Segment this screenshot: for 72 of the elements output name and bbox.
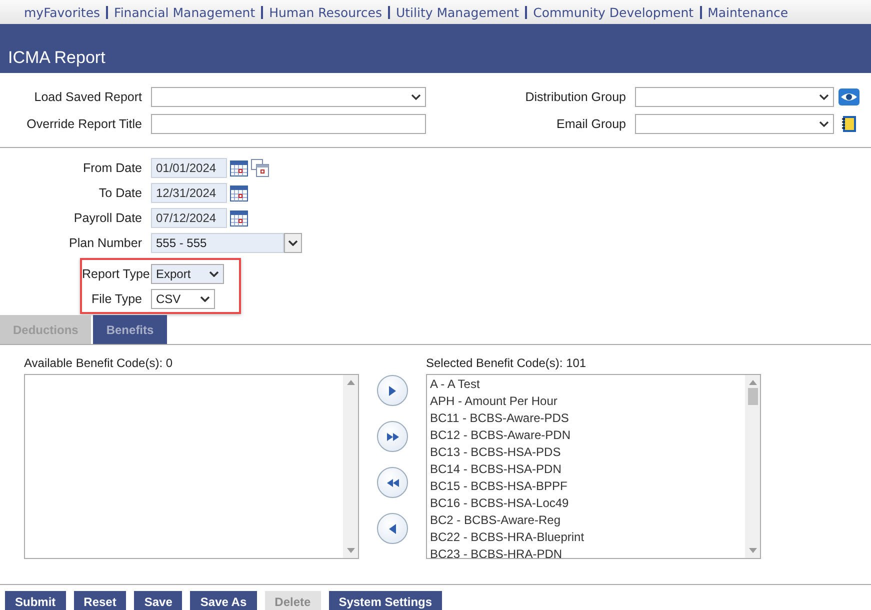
- calendar-icon[interactable]: [230, 209, 248, 227]
- list-item[interactable]: BC13 - BCBS-HSA-PDS: [430, 444, 742, 461]
- field-label: Email Group: [556, 117, 627, 131]
- input-field[interactable]: [151, 114, 426, 134]
- select-field[interactable]: [151, 87, 426, 107]
- scrollbar[interactable]: [343, 375, 358, 558]
- action-button[interactable]: Submit: [5, 591, 66, 610]
- date-field[interactable]: 07/12/2024: [151, 208, 227, 228]
- action-button[interactable]: Save As: [190, 591, 257, 610]
- scroll-up-icon[interactable]: [748, 380, 756, 385]
- field-label: Report Type: [82, 267, 151, 281]
- field-label: From Date: [82, 161, 143, 175]
- date-field[interactable]: 01/01/2024: [151, 158, 227, 178]
- field-label: Distribution Group: [524, 90, 627, 104]
- chevron-down-icon: [209, 271, 219, 277]
- list-label: Selected Benefit Code(s): 101: [426, 356, 588, 370]
- field-label: Load Saved Report: [33, 90, 143, 104]
- list-item[interactable]: APH - Amount Per Hour: [430, 393, 742, 410]
- nav-link[interactable]: Financial Management: [114, 4, 256, 20]
- chevron-down-icon: [819, 94, 829, 100]
- tab[interactable]: Benefits: [93, 315, 167, 344]
- select-field[interactable]: [635, 114, 834, 134]
- calendar-icon[interactable]: [230, 159, 248, 177]
- arrow-icon: [389, 524, 396, 534]
- field-label: Payroll Date: [72, 211, 143, 225]
- double-arrow-icon: [386, 478, 398, 486]
- chevron-down-icon: [411, 94, 421, 100]
- action-button[interactable]: Save: [134, 591, 182, 610]
- chevron-down-icon: [288, 240, 298, 246]
- nav-link[interactable]: Community Development: [533, 4, 694, 20]
- list-item[interactable]: A - A Test: [430, 376, 742, 393]
- list-item[interactable]: BC14 - BCBS-HSA-PDN: [430, 461, 742, 478]
- list-box[interactable]: [426, 374, 761, 559]
- double-arrow-icon: [386, 432, 398, 440]
- action-button[interactable]: System Settings: [328, 591, 442, 610]
- move-left-button[interactable]: [377, 513, 408, 544]
- list-label: Available Benefit Code(s): 0: [24, 356, 174, 370]
- list-item[interactable]: BC23 - BCBS-HRA-PDN: [430, 546, 742, 558]
- list-item[interactable]: BC11 - BCBS-Aware-PDS: [430, 410, 742, 427]
- nav-link[interactable]: Maintenance: [708, 4, 788, 20]
- scroll-up-icon[interactable]: [346, 380, 354, 385]
- select-field[interactable]: Export: [151, 264, 224, 284]
- field-label: File Type: [90, 292, 143, 306]
- nav-link[interactable]: myFavorites: [24, 4, 100, 20]
- move-right-button[interactable]: [377, 375, 408, 406]
- scroll-down-icon[interactable]: [748, 548, 756, 553]
- select-field[interactable]: [635, 87, 834, 107]
- eye-icon[interactable]: [838, 88, 860, 106]
- scroll-thumb[interactable]: [748, 388, 758, 405]
- select-field[interactable]: CSV: [151, 289, 215, 309]
- chevron-down-icon: [819, 121, 829, 127]
- scrollbar[interactable]: [745, 375, 760, 558]
- chevron-down-icon: [200, 296, 210, 302]
- scroll-down-icon[interactable]: [346, 548, 354, 553]
- list-item[interactable]: BC12 - BCBS-Aware-PDN: [430, 427, 742, 444]
- field-label: Plan Number: [68, 236, 143, 250]
- field-label: Override Report Title: [26, 117, 143, 131]
- field-label: To Date: [98, 186, 143, 200]
- page-title: ICMA Report: [8, 48, 106, 68]
- nav-link[interactable]: Human Resources: [269, 4, 382, 20]
- move-all-left-button[interactable]: [377, 467, 408, 498]
- calendar-range-icon[interactable]: [251, 159, 269, 177]
- arrow-icon: [389, 386, 396, 396]
- list-item[interactable]: BC16 - BCBS-HSA-Loc49: [430, 495, 742, 512]
- calendar-icon[interactable]: [230, 184, 248, 202]
- action-button[interactable]: Reset: [74, 591, 126, 610]
- list-item[interactable]: BC22 - BCBS-HRA-Blueprint: [430, 529, 742, 546]
- nav-link[interactable]: Utility Management: [396, 4, 520, 20]
- date-field[interactable]: 12/31/2024: [151, 183, 227, 203]
- list-item[interactable]: BC2 - BCBS-Aware-Reg: [430, 512, 742, 529]
- move-all-right-button[interactable]: [377, 421, 408, 452]
- list-item[interactable]: BC15 - BCBS-HSA-BPPF: [430, 478, 742, 495]
